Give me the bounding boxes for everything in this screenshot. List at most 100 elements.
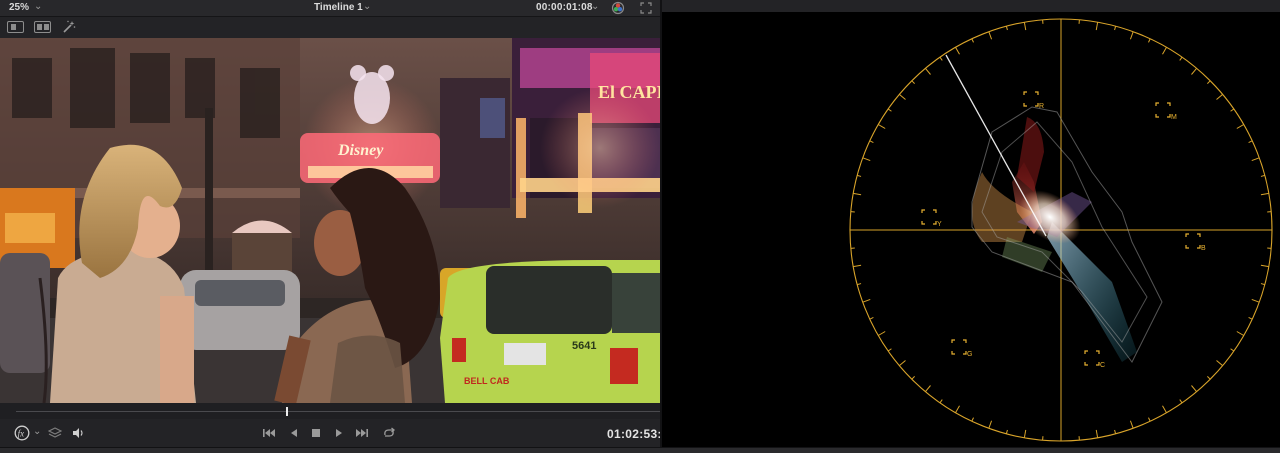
vectorscope-tick (878, 124, 886, 129)
vectorscope-tick (1179, 399, 1183, 404)
vectorscope-tick (1148, 417, 1151, 422)
vectorscope-tick (1023, 429, 1027, 438)
vectorscope-tick (1162, 405, 1167, 413)
chevron-down-icon[interactable]: ⌄ (363, 1, 371, 12)
video-frame[interactable]: El CAPITAN Disney (0, 38, 662, 403)
vectorscope-tick (1179, 56, 1183, 61)
vectorscope-tick (1095, 22, 1099, 31)
target-label: C (1100, 362, 1105, 369)
scrub-bar[interactable] (0, 403, 662, 419)
vectorscope-tick (1260, 264, 1269, 268)
vectorscope-tick (1216, 360, 1223, 367)
vectorscope-tick (1005, 26, 1008, 31)
speaker-icon[interactable] (71, 426, 85, 440)
vectorscope-tick (1023, 22, 1027, 31)
vectorscope-tick (862, 298, 871, 303)
vectorscope-tick (924, 68, 931, 75)
single-viewer-icon[interactable] (7, 21, 24, 33)
viewer-toolbar (0, 17, 662, 38)
svg-text:fx: fx (18, 429, 25, 439)
zoom-level[interactable]: 25% (9, 2, 29, 13)
vectorscope-tick (1114, 429, 1117, 434)
vectorscope-tick (1248, 140, 1253, 143)
vectorscope-tick (1236, 331, 1244, 336)
vectorscope-tick (1162, 47, 1167, 55)
vectorscope-tick (1191, 385, 1198, 392)
dual-viewer-icon[interactable] (34, 21, 51, 33)
loop-icon[interactable] (382, 426, 396, 440)
vectorscope-tick (1095, 429, 1099, 438)
vectorscope-tick (1230, 108, 1235, 112)
vectorscope-tick (988, 31, 993, 40)
vectorscope-tick (878, 331, 886, 336)
vectorscope-tick (988, 420, 993, 429)
target-label: G (967, 351, 972, 358)
vectorscope-tick (899, 93, 906, 100)
target-b: B (1185, 233, 1206, 252)
vectorscope-tick (911, 80, 915, 84)
vectorscope-tick (869, 317, 874, 320)
target-label: B (1201, 245, 1206, 252)
viewer-panel: 25% ⌄ Timeline 1 ⌄ 00:00:01:08 ⌄ CAP Dis… (0, 0, 668, 453)
target-c: C (1084, 350, 1105, 369)
vectorscope-tick (1129, 420, 1134, 429)
vectorscope-panel: R M Y B G C (662, 0, 1280, 447)
vectorscope-tick (887, 108, 892, 112)
target-label: R (1039, 103, 1044, 110)
transport-controls: fx ⌄ 01:02:53:1 (0, 419, 668, 447)
target-y: Y (921, 209, 942, 228)
vectorscope: R M Y B G C (849, 18, 1273, 442)
vectorscope-tick (1251, 157, 1260, 162)
vectorscope-tick (971, 417, 974, 422)
vectorscope-tick (857, 174, 862, 177)
stop-icon[interactable] (309, 426, 323, 440)
layers-icon[interactable] (48, 426, 62, 440)
vectorscope-tick (853, 264, 862, 268)
vectorscope-tick (955, 405, 960, 413)
vectorscope-tick (1148, 38, 1151, 43)
disney-sign: Disney (337, 142, 384, 159)
vectorscope-tick (1005, 429, 1008, 434)
vectorscope-tick (1207, 376, 1211, 380)
vectorscope-tick (1207, 80, 1211, 84)
playhead[interactable] (286, 407, 289, 416)
vectorscope-tick (1129, 31, 1134, 40)
target-m: M (1155, 102, 1177, 121)
vectorscope-tick (1260, 174, 1265, 177)
vectorscope-trace (945, 54, 1163, 363)
play-icon[interactable] (332, 426, 346, 440)
skip-forward-icon[interactable] (355, 426, 369, 440)
magic-wand-icon[interactable] (62, 20, 76, 34)
scope-color-icon[interactable] (611, 1, 625, 15)
timeline-name[interactable]: Timeline 1 (314, 2, 363, 13)
fullscreen-icon[interactable] (640, 2, 652, 14)
chevron-down-icon[interactable]: ⌄ (591, 1, 599, 12)
vectorscope-tick (857, 283, 862, 286)
vectorscope-tick (1260, 192, 1269, 196)
vectorscope-tick (853, 192, 862, 196)
vectorscope-tick (1191, 68, 1198, 75)
vectorscope-tick (899, 360, 906, 367)
vectorscope-tick (1236, 124, 1244, 129)
target-label: Y (937, 221, 942, 228)
skip-back-icon[interactable] (262, 426, 276, 440)
street-scene-image: El CAPITAN Disney (0, 38, 662, 403)
vectorscope-tick (1216, 93, 1223, 100)
source-timecode[interactable]: 00:00:01:08 (536, 2, 593, 13)
vectorscope-tick (1260, 283, 1265, 286)
vectorscope-tick (1230, 348, 1235, 352)
vectorscope-tick (924, 385, 931, 392)
vectorscope-tick (1248, 317, 1253, 320)
chevron-down-icon[interactable]: ⌄ (33, 426, 41, 437)
vectorscope-tick (939, 399, 943, 404)
play-reverse-icon[interactable] (287, 426, 301, 440)
target-label: M (1171, 114, 1177, 121)
scrub-track[interactable] (16, 411, 660, 412)
viewer-header: 25% ⌄ Timeline 1 ⌄ 00:00:01:08 ⌄ (0, 0, 662, 17)
fx-icon[interactable]: fx (14, 425, 32, 441)
vectorscope-tick (862, 157, 871, 162)
chevron-down-icon[interactable]: ⌄ (34, 1, 42, 12)
target-g: G (951, 339, 972, 358)
vectorscope-tick (869, 140, 874, 143)
vectorscope-tick (911, 376, 915, 380)
